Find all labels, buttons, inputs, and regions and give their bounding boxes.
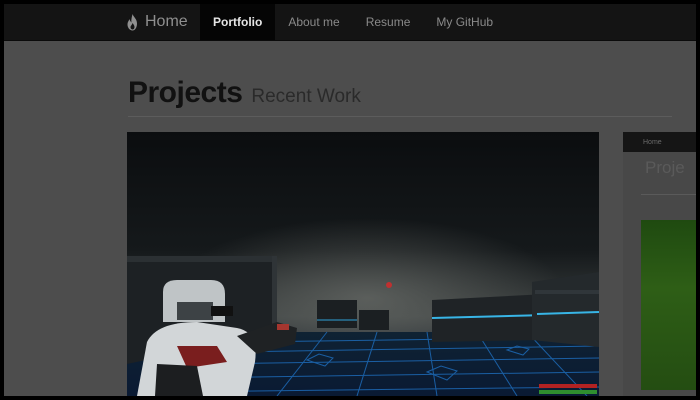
thumbnail-mini-title: Proje: [645, 158, 685, 177]
browser-viewport: Home Portfolio About me Resume My GitHub…: [4, 4, 696, 396]
nav-item-portfolio[interactable]: Portfolio: [200, 4, 276, 40]
navbar: Home Portfolio About me Resume My GitHub: [4, 4, 696, 41]
page-subtitle: Recent Work: [251, 86, 361, 107]
thumbnail-mini-nav-text: Home: [643, 138, 662, 146]
nav-item-about-me[interactable]: About me: [275, 4, 352, 40]
project-thumbnail-secondary[interactable]: Home Proje: [623, 132, 696, 396]
brand-home-link[interactable]: Home: [126, 4, 188, 40]
nav-item-resume[interactable]: Resume: [353, 4, 424, 40]
game-screenshot-image: [127, 132, 599, 396]
thumbnail-mini-image: [641, 220, 696, 390]
page-header: Projects Recent Work: [128, 76, 672, 117]
thumbnail-mini-navbar: Home: [623, 132, 696, 152]
thumbnail-mini-divider: [641, 194, 696, 195]
nav-item-github[interactable]: My GitHub: [423, 4, 506, 40]
page-title: Projects: [128, 76, 243, 109]
nav-menu: Portfolio About me Resume My GitHub: [200, 4, 506, 40]
project-thumbnail-main[interactable]: [127, 132, 599, 396]
flame-icon: [126, 13, 139, 31]
brand-label: Home: [145, 13, 188, 30]
